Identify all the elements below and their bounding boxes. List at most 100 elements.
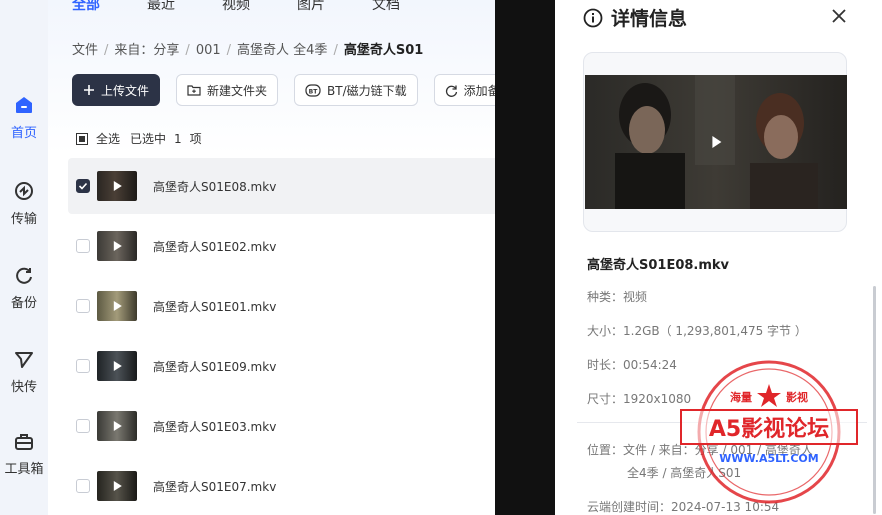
file-name: 高堡奇人S01E08.mkv: [153, 179, 277, 194]
tab-document[interactable]: 文档: [372, 0, 400, 14]
close-icon[interactable]: [829, 6, 849, 26]
selected-prefix: 已选中: [130, 132, 167, 146]
rail-label-toolbox: 工具箱: [4, 462, 44, 477]
file-row[interactable]: 高堡奇人S01E03.mkv: [68, 398, 495, 454]
row-checkbox[interactable]: [76, 419, 90, 433]
add-backup-button[interactable]: 添加备: [433, 74, 495, 106]
row-checkbox[interactable]: [76, 479, 90, 493]
details-dimensions: 尺寸：1920x1080: [587, 392, 692, 406]
details-scrollbar[interactable]: [873, 286, 876, 514]
bt-magnet-icon: BT: [305, 83, 321, 97]
video-thumbnail: [97, 291, 137, 321]
rail-item-transfer[interactable]: 传输: [0, 180, 48, 227]
rail-item-home[interactable]: 首页: [0, 94, 48, 141]
details-divider: [577, 422, 867, 423]
selection-bar: 全选 已选中 1 项: [76, 130, 202, 147]
file-name: 高堡奇人S01E01.mkv: [153, 299, 277, 314]
details-type: 种类：视频: [587, 290, 648, 304]
overlay-backdrop: [495, 0, 555, 515]
breadcrumb-item[interactable]: 来自：分享: [114, 43, 179, 58]
play-icon: [113, 481, 122, 491]
rail-label-quick-send: 快传: [10, 380, 37, 395]
play-icon: [113, 301, 122, 311]
rail-label-backup: 备份: [10, 296, 37, 311]
home-icon: [16, 97, 32, 113]
row-checkbox[interactable]: [76, 359, 90, 373]
file-row[interactable]: 高堡奇人S01E09.mkv: [68, 338, 495, 394]
file-row[interactable]: 高堡奇人S01E02.mkv: [68, 218, 495, 274]
video-thumbnail: [97, 411, 137, 441]
plus-icon: [83, 84, 95, 96]
tab-image[interactable]: 图片: [297, 0, 325, 14]
svg-text:BT: BT: [309, 89, 319, 96]
breadcrumb-current: 高堡奇人S01: [343, 43, 424, 58]
video-thumbnail: [97, 471, 137, 501]
rail-item-backup[interactable]: 备份: [0, 264, 48, 311]
rail-label-home: 首页: [10, 126, 37, 141]
details-location: 位置：文件 / 来自：分享 / 001 / 高堡奇人: [587, 443, 813, 457]
info-icon: [583, 8, 603, 27]
breadcrumb-item[interactable]: 高堡奇人 全4季: [237, 43, 327, 58]
play-icon: [712, 136, 722, 148]
add-backup-button-label: 添加备: [463, 83, 495, 98]
details-header: 详情信息: [583, 4, 687, 31]
upload-button-label: 上传文件: [101, 83, 150, 98]
upload-button[interactable]: 上传文件: [72, 74, 161, 106]
file-name: 高堡奇人S01E09.mkv: [153, 359, 277, 374]
select-all-checkbox[interactable]: [76, 132, 88, 145]
category-tabs: 全部 最近 视频 图片 文档: [72, 0, 447, 14]
row-checkbox[interactable]: [76, 299, 90, 313]
file-row[interactable]: 高堡奇人S01E01.mkv: [68, 278, 495, 334]
details-size: 大小：1.2GB（ 1,293,801,475 字节 ）: [587, 324, 807, 338]
main-area: 全部 最近 视频 图片 文档 文件 / 来自：分享 / 001 / 高堡奇人 全4季 / 高堡奇…: [48, 0, 495, 515]
video-frame: [585, 75, 847, 209]
file-name: 高堡奇人S01E02.mkv: [153, 239, 277, 254]
tab-video[interactable]: 视频: [222, 0, 250, 14]
details-location-cont: 全4季 / 高堡奇人S01: [627, 466, 742, 480]
row-checkbox[interactable]: [76, 179, 90, 193]
left-rail: 首页 传输 备份 快传 工具箱: [0, 0, 48, 515]
play-icon: [113, 421, 122, 431]
file-name: 高堡奇人S01E07.mkv: [153, 479, 277, 494]
toolbox-icon: [15, 434, 33, 450]
video-preview[interactable]: [583, 52, 847, 232]
row-checkbox[interactable]: [76, 239, 90, 253]
breadcrumb-separator: /: [226, 43, 232, 58]
rail-item-quick-send[interactable]: 快传: [0, 348, 48, 395]
file-row[interactable]: 高堡奇人S01E08.mkv: [68, 158, 495, 214]
quick-send-icon: [15, 352, 33, 368]
rail-label-transfer: 传输: [10, 212, 37, 227]
details-duration: 时长：00:54:24: [587, 358, 677, 372]
folder-plus-icon: [187, 84, 201, 96]
file-row[interactable]: 高堡奇人S01E07.mkv: [68, 458, 495, 514]
new-folder-button-label: 新建文件夹: [207, 83, 268, 98]
breadcrumb-separator: /: [104, 43, 109, 58]
tab-all[interactable]: 全部: [72, 0, 100, 14]
select-all-label[interactable]: 全选: [96, 130, 120, 147]
breadcrumb-item[interactable]: 001: [196, 43, 221, 58]
video-thumbnail: [97, 231, 137, 261]
bt-download-button[interactable]: BT BT/磁力链下载: [294, 74, 418, 106]
breadcrumb-item[interactable]: 文件: [72, 43, 98, 58]
file-name: 高堡奇人S01E03.mkv: [153, 419, 277, 434]
rail-item-toolbox[interactable]: 工具箱: [0, 430, 48, 477]
new-folder-button[interactable]: 新建文件夹: [176, 74, 279, 106]
selected-count: 1: [174, 131, 182, 146]
sync-icon: [445, 84, 458, 97]
breadcrumb-separator: /: [185, 43, 190, 58]
breadcrumb-separator: /: [333, 43, 338, 58]
details-created: 云端创建时间：2024-07-13 10:54: [587, 500, 780, 514]
backup-icon: [16, 267, 32, 284]
details-title: 详情信息: [611, 8, 688, 30]
video-thumbnail: [97, 351, 137, 381]
bt-download-button-label: BT/磁力链下载: [327, 83, 407, 98]
play-icon: [113, 361, 122, 371]
details-file-name: 高堡奇人S01E08.mkv: [587, 258, 730, 273]
transfer-icon: [15, 182, 33, 200]
play-icon: [113, 241, 122, 251]
play-icon: [113, 181, 122, 191]
toolbar: 上传文件 新建文件夹 BT BT/磁力链下载 添加备: [72, 74, 495, 106]
tab-recent[interactable]: 最近: [147, 0, 175, 14]
breadcrumb: 文件 / 来自：分享 / 001 / 高堡奇人 全4季 / 高堡奇人S01: [72, 39, 423, 58]
details-panel: 详情信息 高堡奇人S01E08.mkv 种类：视频 大小：1.2GB（ 1,29…: [555, 0, 882, 515]
